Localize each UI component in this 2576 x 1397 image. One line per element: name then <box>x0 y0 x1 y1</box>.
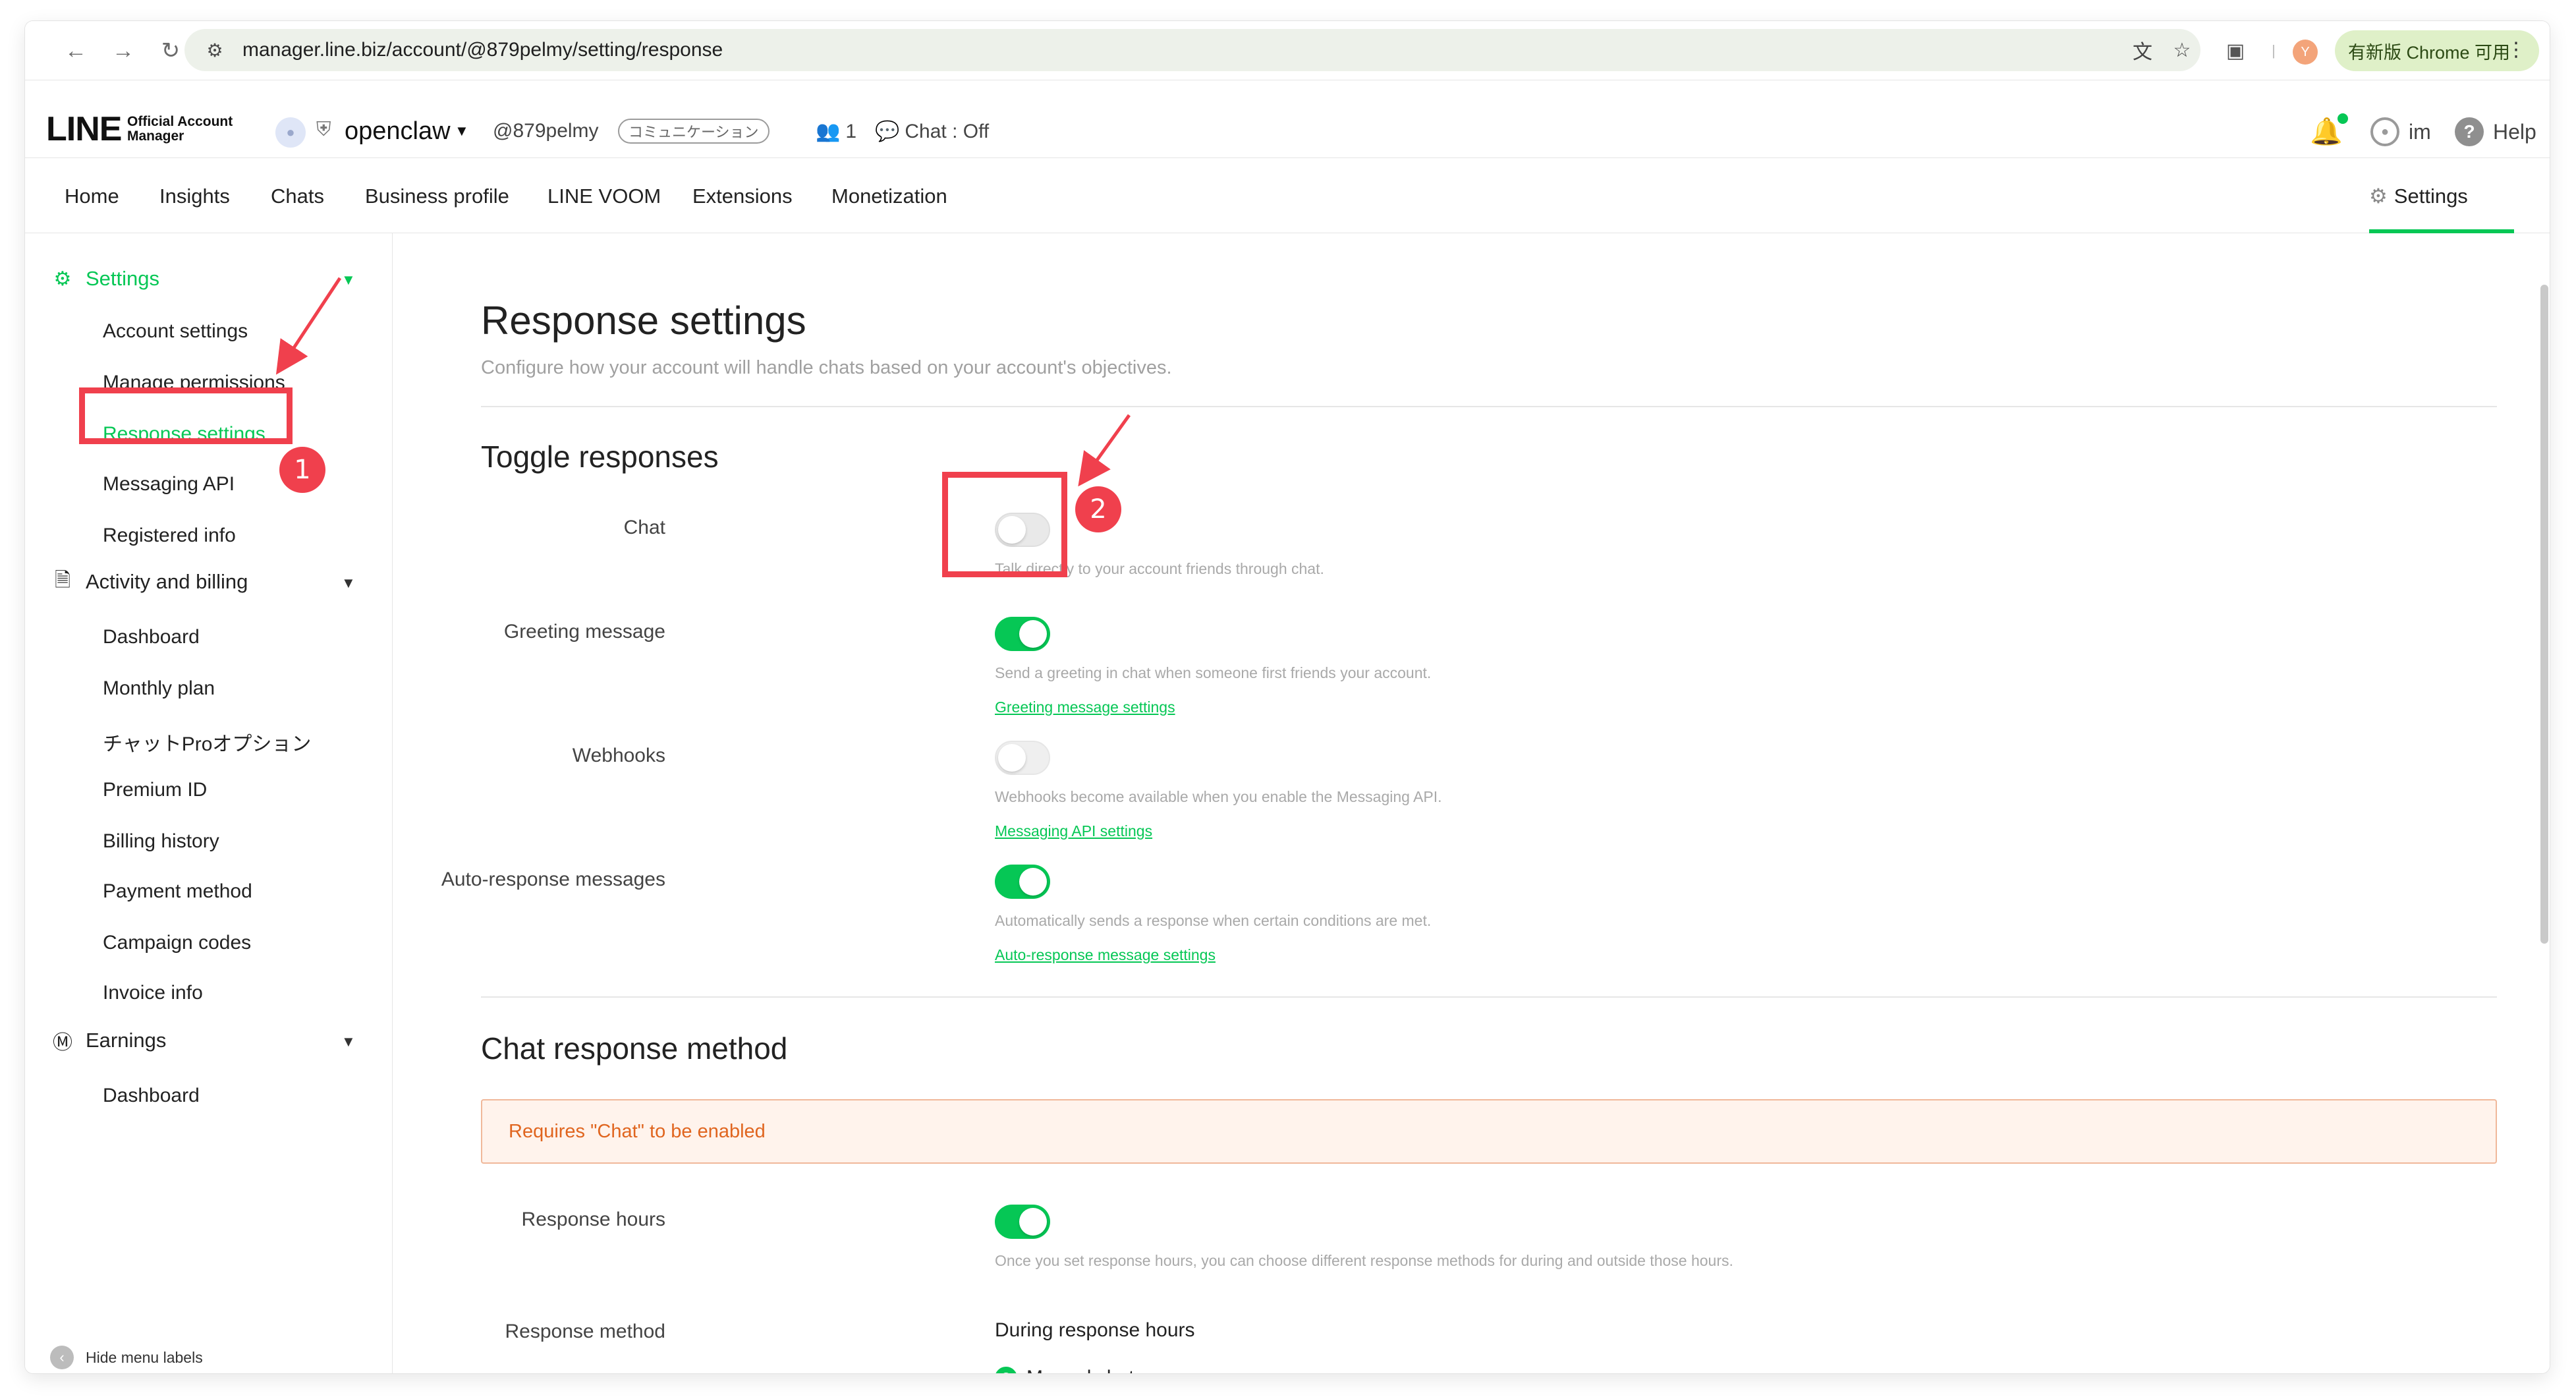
annotation-arrow-2 <box>1078 414 1131 487</box>
annotation-arrows <box>275 277 1131 487</box>
browser-window: ← → ↻ ⚙ manager.line.biz/account/@879pel… <box>25 21 2550 1373</box>
annotation-arrow-1 <box>275 277 342 375</box>
